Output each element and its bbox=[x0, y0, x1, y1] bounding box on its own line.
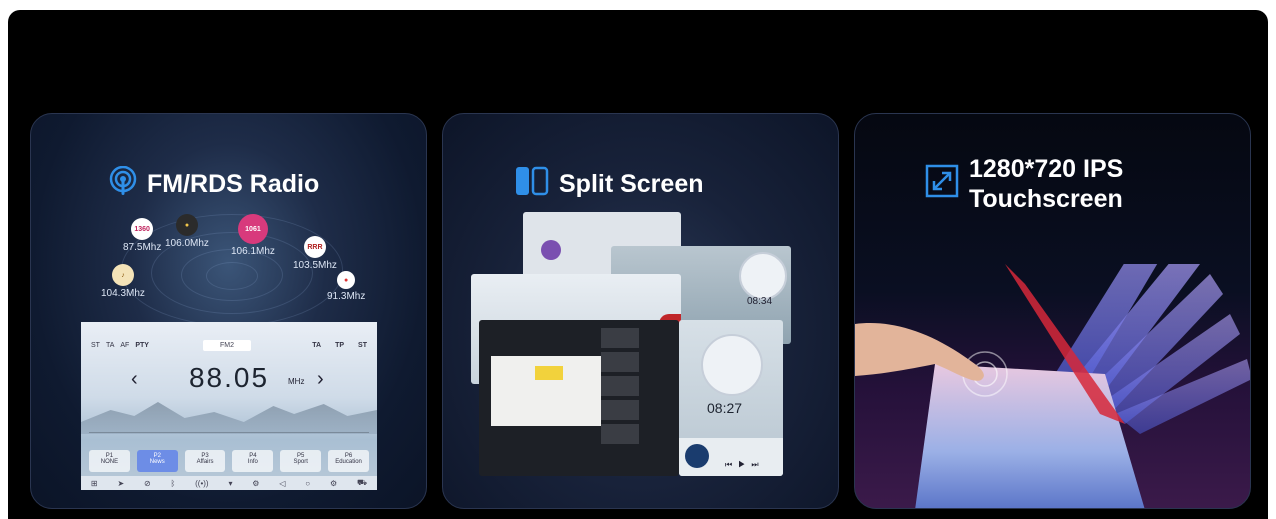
station-logo: RRR bbox=[303, 236, 326, 258]
flag-ta-right[interactable]: TA bbox=[312, 342, 321, 349]
rotate-tool[interactable] bbox=[601, 376, 639, 396]
station-badge: ● 91.3Mhz bbox=[327, 271, 365, 302]
radio-broadcast-icon bbox=[109, 165, 137, 203]
crop-tool[interactable] bbox=[601, 328, 639, 348]
back-icon[interactable]: ◁ bbox=[279, 479, 285, 488]
analog-clock bbox=[739, 252, 787, 300]
feature-banner: FM/RDS Radio 1360 87.5Mhz ● 106.0Mhz 106… bbox=[8, 10, 1268, 519]
analog-clock bbox=[701, 334, 763, 396]
card-split-screen: Split Screen 08:34 08:27 ⏮▶⏭ bbox=[442, 113, 839, 509]
card-title-split: Split Screen bbox=[515, 166, 704, 203]
station-badge: RRR 103.5Mhz bbox=[293, 236, 337, 271]
preset-button[interactable]: P2 News bbox=[136, 450, 178, 472]
flag-tp[interactable]: TP bbox=[335, 342, 344, 349]
music-player-widget: ⏮▶⏭ bbox=[679, 438, 783, 476]
flag-af[interactable]: AF bbox=[120, 342, 129, 349]
station-logo: ♪ bbox=[111, 264, 134, 286]
filter-tool[interactable] bbox=[601, 424, 639, 444]
car-icon[interactable]: ⛟ bbox=[357, 478, 367, 488]
navigation-icon[interactable]: ➤ bbox=[117, 479, 124, 488]
apps-icon[interactable]: ⊞ bbox=[91, 479, 98, 488]
playback-controls[interactable]: ⏮▶⏭ bbox=[725, 460, 765, 470]
compass-icon[interactable]: ⊘ bbox=[144, 479, 151, 488]
preset-button[interactable]: P1 NONE bbox=[89, 450, 130, 472]
front-window-clock: 08:27 ⏮▶⏭ bbox=[679, 320, 783, 476]
split-screen-icon bbox=[515, 166, 549, 203]
mountain-background bbox=[81, 402, 377, 434]
flag-pty[interactable]: PTY bbox=[135, 342, 149, 349]
frequency-display: 88.05 bbox=[188, 362, 270, 393]
expand-diagonal-icon bbox=[925, 164, 959, 205]
flip-tool[interactable] bbox=[601, 400, 639, 420]
card-title-split-text: Split Screen bbox=[559, 170, 704, 198]
flag-ta[interactable]: TA bbox=[106, 342, 114, 349]
station-badge: 1360 87.5Mhz bbox=[123, 218, 161, 253]
card-title-radio-text: FM/RDS Radio bbox=[147, 170, 320, 198]
station-logo: 1360 bbox=[131, 218, 154, 240]
radio-icon[interactable]: ((•)) bbox=[195, 479, 208, 488]
station-logo: ● bbox=[175, 214, 198, 236]
preset-button[interactable]: P4 Info bbox=[232, 450, 274, 472]
clock-time-back: 08:34 bbox=[747, 296, 773, 307]
flag-st[interactable]: ST bbox=[91, 342, 100, 349]
card-fm-radio: FM/RDS Radio 1360 87.5Mhz ● 106.0Mhz 106… bbox=[30, 113, 427, 509]
photo-preview bbox=[491, 356, 601, 426]
flag-st-right[interactable]: ST bbox=[358, 342, 367, 349]
card-title-touch-line2: Touchscreen bbox=[969, 185, 1123, 213]
album-disc bbox=[685, 444, 709, 468]
station-logo: 1061 bbox=[237, 214, 268, 244]
card-touchscreen: 1280*720 IPS Touchscreen bbox=[854, 113, 1251, 509]
card-title-touch-line1: 1280*720 IPS bbox=[969, 155, 1124, 183]
album-art bbox=[541, 240, 561, 260]
bluetooth-icon[interactable]: ᛒ bbox=[171, 479, 176, 488]
station-badge: 1061 106.1Mhz bbox=[231, 214, 275, 257]
editor-toolbar bbox=[601, 328, 639, 464]
clock-time-front: 08:27 bbox=[707, 400, 743, 416]
preset-button[interactable]: P6 Education bbox=[328, 450, 369, 472]
station-badge: ♪ 104.3Mhz bbox=[101, 264, 145, 299]
touchscreen-illustration bbox=[855, 214, 1250, 508]
card-title-radio: FM/RDS Radio bbox=[109, 165, 320, 203]
card-title-touch: 1280*720 IPS Touchscreen bbox=[925, 154, 1123, 214]
split-screen-collage: 08:34 08:27 ⏮▶⏭ bbox=[471, 212, 791, 486]
settings-icon[interactable]: ⚙ bbox=[252, 479, 259, 488]
radio-bottom-bar: ⊞ ➤ ⊘ ᛒ ((•)) ▾ ⚙ ◁ ○ ⚙ ⛟ bbox=[81, 476, 377, 490]
preset-button[interactable]: P5 Sport bbox=[280, 450, 322, 472]
radio-wave-ring bbox=[206, 262, 258, 290]
laptop-screen bbox=[535, 366, 563, 380]
radio-app-screen: ST TA AF PTY TA TP ST FM2 ‹ › 88.05 MHz … bbox=[81, 322, 377, 490]
wifi-icon[interactable]: ▾ bbox=[228, 479, 232, 488]
front-window-photo-editor bbox=[479, 320, 679, 476]
frequency-unit: MHz bbox=[288, 377, 305, 386]
preset-row: P1 NONE P2 News P3 Affairs P4 Info P5 Sport P… bbox=[89, 450, 369, 472]
home-icon[interactable]: ○ bbox=[305, 479, 310, 488]
gear-icon[interactable]: ⚙ bbox=[330, 479, 337, 488]
finger bbox=[855, 323, 984, 381]
station-badge: ● 106.0Mhz bbox=[165, 214, 209, 249]
station-logo: ● bbox=[337, 271, 356, 289]
tuning-scale[interactable] bbox=[89, 432, 369, 441]
adjust-tool[interactable] bbox=[601, 352, 639, 372]
preset-button[interactable]: P3 Affairs bbox=[184, 450, 226, 472]
band-selector[interactable]: FM2 bbox=[203, 340, 251, 351]
